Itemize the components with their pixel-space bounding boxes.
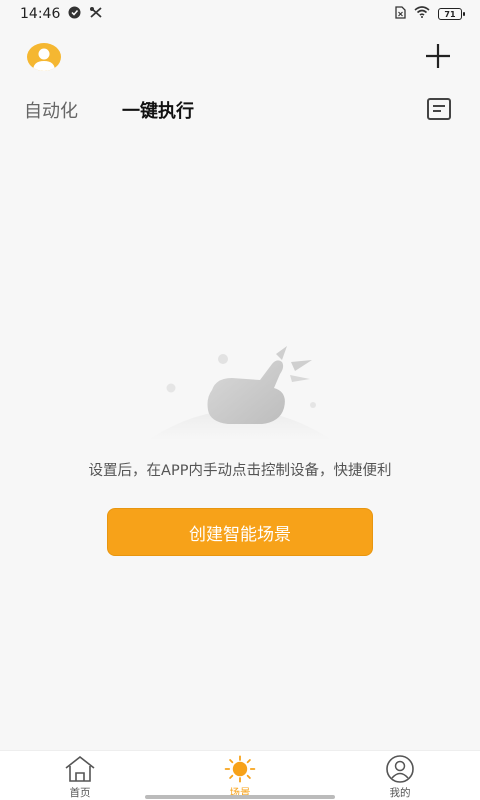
hand-tap-illustration xyxy=(140,340,340,444)
tab-one-click[interactable]: 一键执行 xyxy=(122,97,194,123)
header xyxy=(0,36,480,80)
nav-item-home[interactable]: 首页 xyxy=(40,751,120,800)
home-indicator[interactable] xyxy=(145,795,335,799)
sun-icon xyxy=(222,754,258,784)
user-icon xyxy=(382,754,418,784)
bottom-nav: 首页 场景 我的 xyxy=(0,750,480,800)
notification-icon xyxy=(68,6,81,23)
empty-state-message: 设置后，在APP内手动点击控制设备，快捷便利 xyxy=(88,463,392,479)
tab-automation[interactable]: 自动化 xyxy=(24,97,78,123)
status-right: 71 xyxy=(395,5,465,23)
nav-label-home: 首页 xyxy=(69,787,91,799)
avatar-icon[interactable] xyxy=(27,43,61,71)
home-icon xyxy=(62,754,98,784)
plus-icon[interactable] xyxy=(424,42,452,70)
tab-bar: 自动化 一键执行 xyxy=(0,92,480,128)
sim-icon xyxy=(395,5,406,23)
status-time: 14:46 xyxy=(20,6,61,22)
wifi-icon xyxy=(414,6,430,22)
create-scene-button[interactable]: 创建智能场景 xyxy=(107,508,373,556)
battery-level: 71 xyxy=(444,9,456,19)
status-bar: 14:46 71 xyxy=(0,0,480,28)
battery-icon: 71 xyxy=(438,8,465,20)
nav-item-scene[interactable]: 场景 xyxy=(200,751,280,800)
status-left: 14:46 xyxy=(20,6,103,23)
tools-icon xyxy=(89,6,103,23)
log-icon[interactable] xyxy=(426,96,452,122)
nav-label-mine: 我的 xyxy=(389,787,411,799)
nav-item-mine[interactable]: 我的 xyxy=(360,751,440,800)
